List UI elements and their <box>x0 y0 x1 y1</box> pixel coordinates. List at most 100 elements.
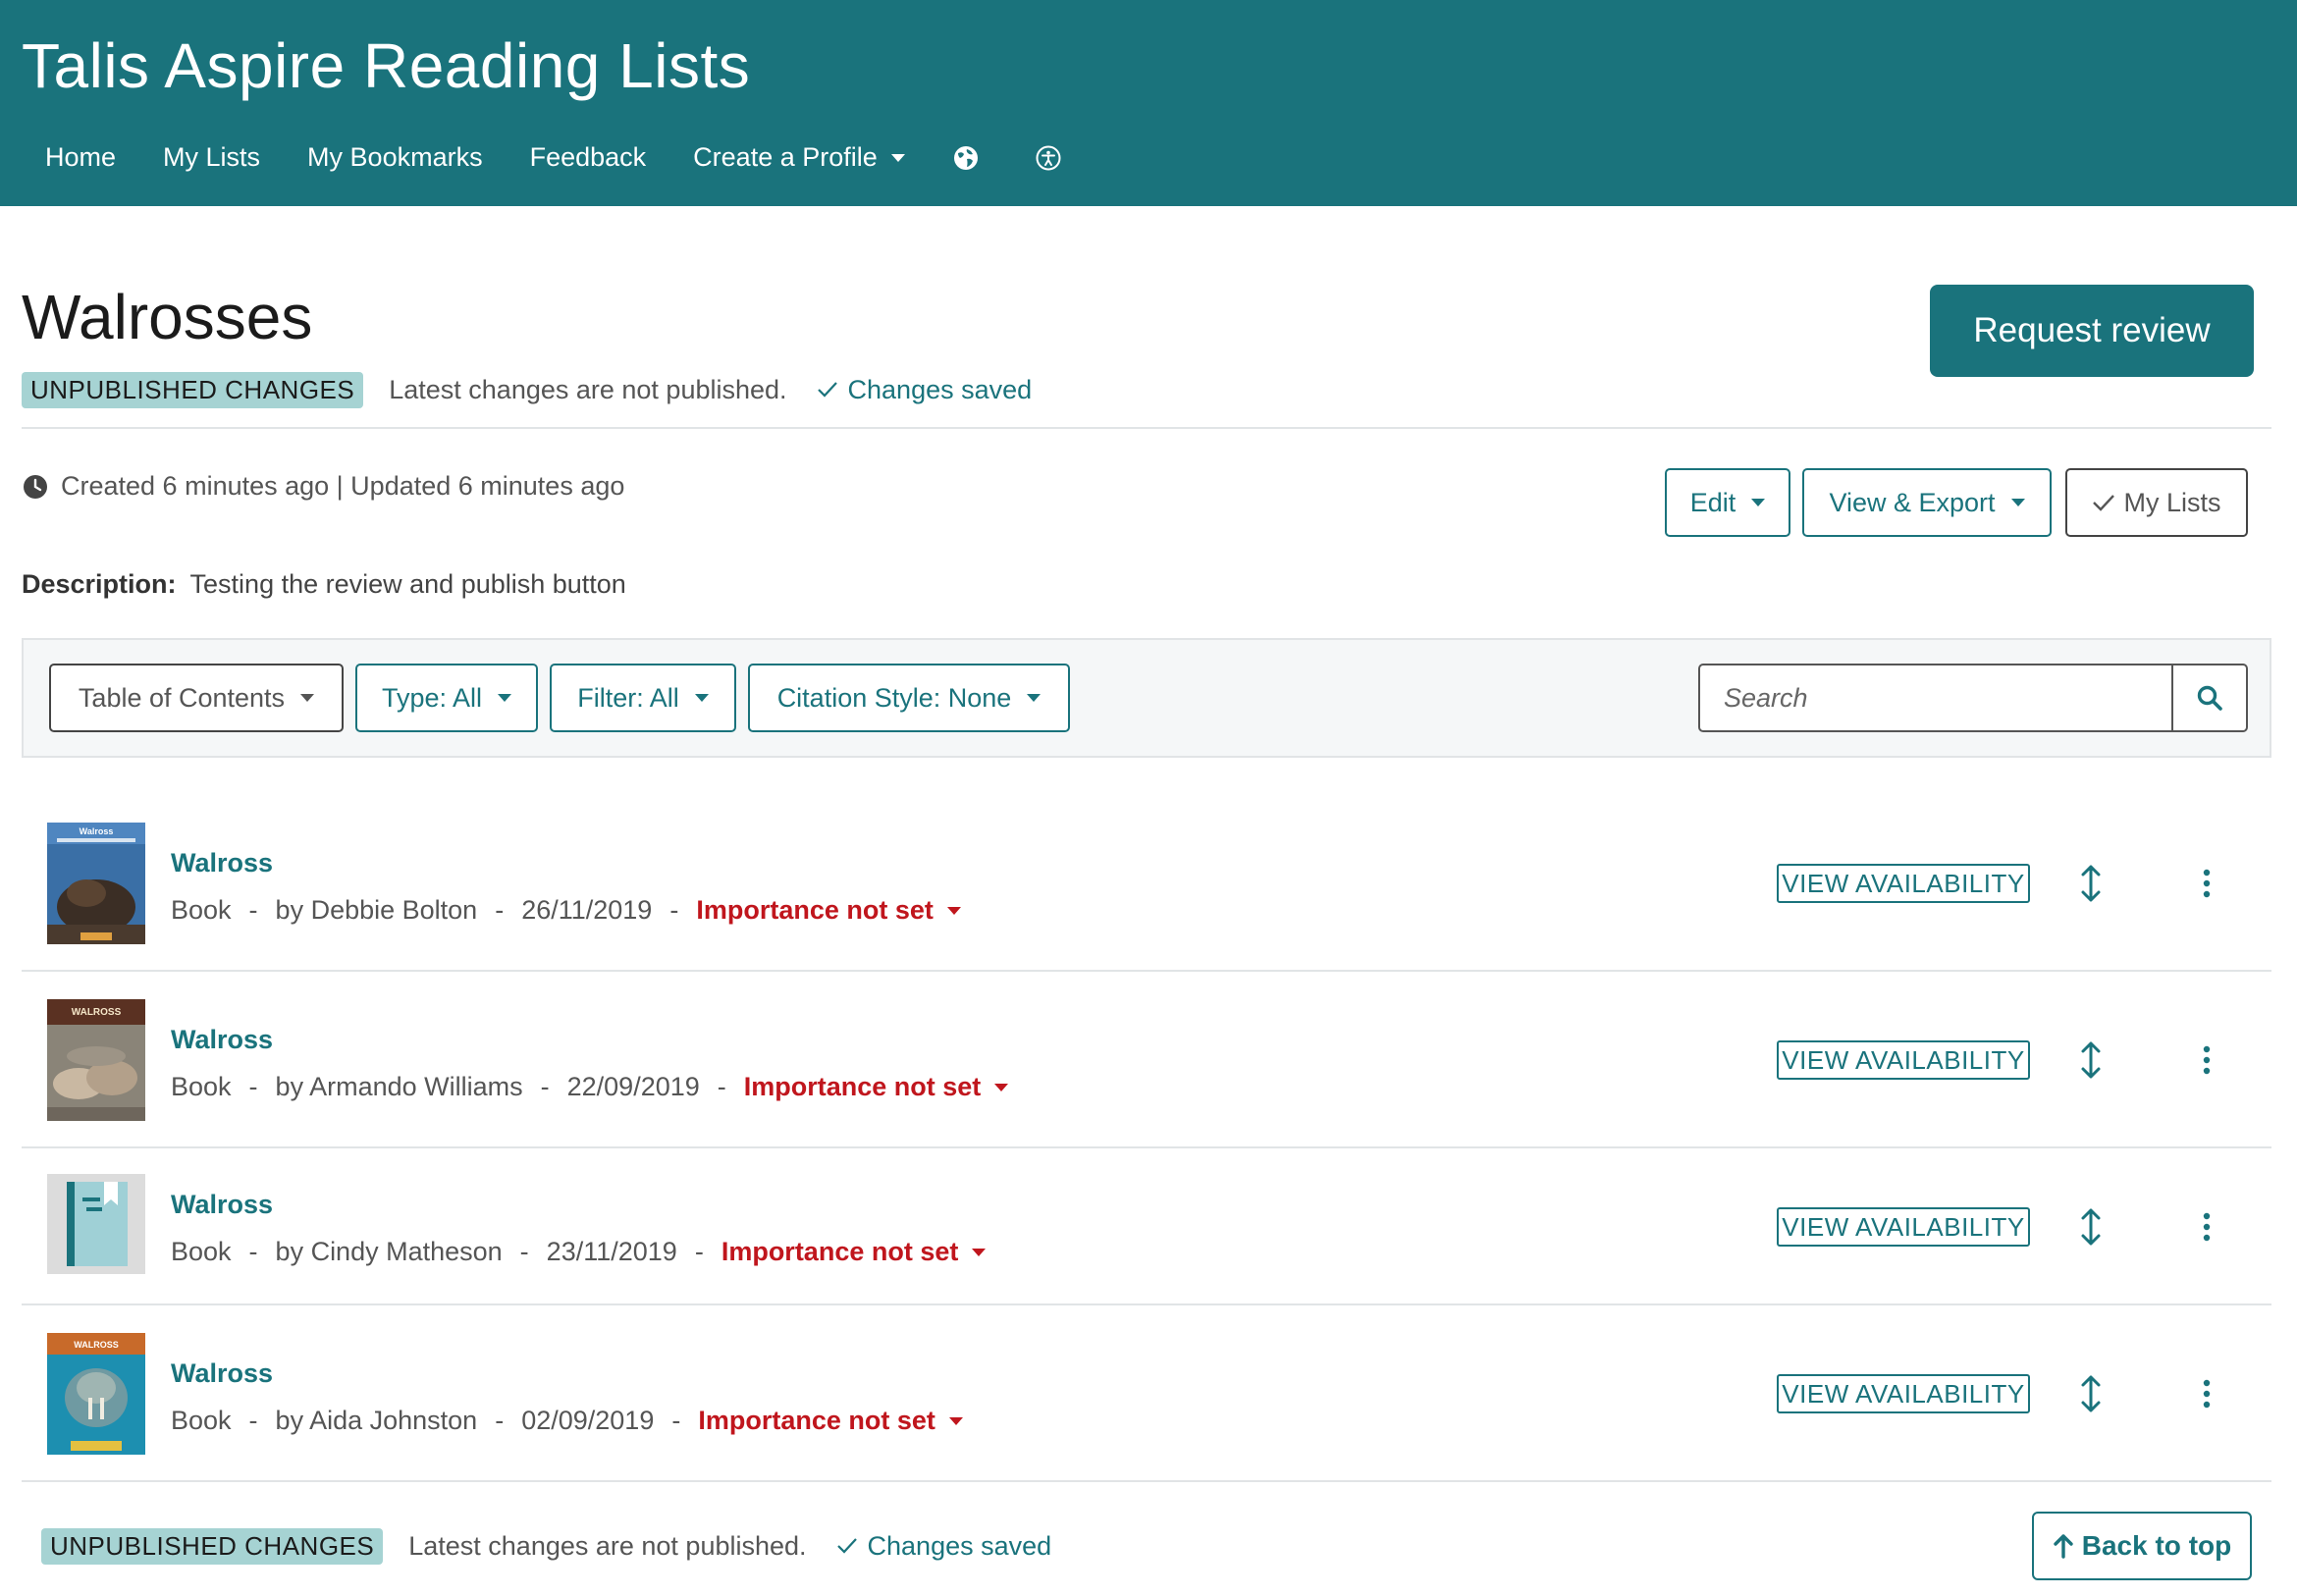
item-meta: Book - by Debbie Bolton - 26/11/2019- Impo… <box>171 895 961 926</box>
view-availability-button[interactable]: VIEW AVAILABILITY <box>1777 1040 2030 1080</box>
importance-dropdown[interactable]: Importance not set <box>721 1237 987 1267</box>
arrow-up-icon <box>2054 1534 2073 1559</box>
nav-feedback[interactable]: Feedback <box>530 142 647 173</box>
app-title[interactable]: Talis Aspire Reading Lists <box>22 29 750 102</box>
chevron-down-icon <box>1751 499 1766 506</box>
importance-label: Importance not set <box>743 1072 982 1101</box>
edit-button[interactable]: Edit <box>1665 468 1790 537</box>
view-availability-button[interactable]: VIEW AVAILABILITY <box>1777 864 2030 903</box>
table-of-contents-dropdown[interactable]: Table of Contents <box>49 664 344 732</box>
move-item-handle[interactable] <box>2073 1372 2109 1415</box>
back-to-top-button[interactable]: Back to top <box>2032 1512 2252 1580</box>
item-type: Book <box>171 895 232 925</box>
footer-publish-status: UNPUBLISHED CHANGES Latest changes are n… <box>41 1527 1051 1565</box>
search-icon <box>2197 685 2222 711</box>
chevron-down-icon <box>972 1248 987 1256</box>
cover-title: WALROSS <box>72 1007 122 1018</box>
check-icon <box>2093 495 2115 511</box>
back-to-top-label: Back to top <box>2081 1530 2232 1561</box>
nav-my-lists-label: My Lists <box>163 142 261 172</box>
status-text: Latest changes are not published. <box>408 1530 807 1561</box>
item-title-link[interactable]: Walross <box>171 1025 273 1055</box>
item-author: by Cindy Matheson <box>275 1237 503 1266</box>
search-input[interactable] <box>1700 665 2171 730</box>
more-options-button[interactable] <box>2195 1372 2218 1415</box>
status-badge: UNPUBLISHED CHANGES <box>22 371 364 408</box>
type-filter-dropdown[interactable]: Type: All <box>355 664 538 732</box>
divider <box>22 1146 2271 1148</box>
changes-saved-label: Changes saved <box>867 1530 1052 1561</box>
timestamps-text: Created 6 minutes ago | Updated 6 minute… <box>61 471 625 501</box>
page-title: Walrosses <box>22 282 313 352</box>
publish-status: UNPUBLISHED CHANGES Latest changes are n… <box>22 371 1032 408</box>
check-icon <box>836 1538 857 1554</box>
request-review-button[interactable]: Request review <box>1930 285 2254 377</box>
list-item: Walross Walross Book - by Debbie Bolton - … <box>22 819 2271 972</box>
chevron-down-icon <box>890 153 905 162</box>
view-availability-button[interactable]: VIEW AVAILABILITY <box>1777 1207 2030 1247</box>
item-author: by Aida Johnston <box>275 1406 478 1435</box>
list-item: WALROSS Walross Book - by Armando William… <box>22 995 2271 1148</box>
view-availability-button[interactable]: VIEW AVAILABILITY <box>1777 1374 2030 1413</box>
more-vertical-icon <box>2203 1212 2211 1242</box>
site-header: Talis Aspire Reading Lists Home My Lists… <box>0 0 2297 206</box>
cover-title: WALROSS <box>74 1340 119 1350</box>
clock-icon <box>24 474 47 499</box>
divider <box>22 970 2271 972</box>
filter-dropdown[interactable]: Filter: All <box>550 664 736 732</box>
reorder-arrows-icon <box>2081 865 2101 902</box>
item-author: by Debbie Bolton <box>275 895 478 925</box>
changes-saved: Changes saved <box>836 1530 1052 1562</box>
status-text: Latest changes are not published. <box>389 374 787 404</box>
chevron-down-icon <box>498 694 512 702</box>
divider <box>22 1303 2271 1305</box>
nav-my-lists[interactable]: My Lists <box>163 142 260 173</box>
item-meta: Book - by Armando Williams - 22/09/2019- I… <box>171 1072 1009 1102</box>
accessibility-icon[interactable] <box>1035 144 1062 172</box>
book-cover-image: Walross <box>47 823 145 944</box>
nav-create-profile-label: Create a Profile <box>693 142 878 172</box>
item-type: Book <box>171 1072 232 1101</box>
item-title-link[interactable]: Walross <box>171 1358 273 1389</box>
nav-create-profile[interactable]: Create a Profile <box>693 142 905 173</box>
list-timestamps: Created 6 minutes ago | Updated 6 minute… <box>22 471 624 502</box>
main-nav: Home My Lists My Bookmarks Feedback Crea… <box>45 142 1117 173</box>
cover-title: Walross <box>80 826 114 836</box>
more-options-button[interactable] <box>2195 1205 2218 1249</box>
item-date: 26/11/2019 <box>521 895 653 925</box>
importance-dropdown[interactable]: Importance not set <box>698 1406 963 1436</box>
list-toolbar: Table of Contents Type: All Filter: All … <box>22 638 2271 758</box>
move-item-handle[interactable] <box>2073 862 2109 905</box>
description-text: Testing the review and publish button <box>189 569 626 599</box>
nav-home[interactable]: Home <box>45 142 116 173</box>
globe-icon[interactable] <box>952 144 980 172</box>
my-lists-button-label: My Lists <box>2123 487 2221 517</box>
chevron-down-icon <box>2010 499 2025 506</box>
item-author: by Armando Williams <box>275 1072 523 1101</box>
item-title-link[interactable]: Walross <box>171 848 273 878</box>
item-date: 22/09/2019 <box>566 1072 700 1101</box>
importance-label: Importance not set <box>698 1406 935 1435</box>
reorder-arrows-icon <box>2081 1208 2101 1246</box>
importance-label: Importance not set <box>721 1237 959 1266</box>
citation-style-dropdown[interactable]: Citation Style: None <box>748 664 1070 732</box>
changes-saved-label: Changes saved <box>847 374 1033 404</box>
toc-label: Table of Contents <box>78 682 286 713</box>
move-item-handle[interactable] <box>2073 1205 2109 1249</box>
search-button[interactable] <box>2171 665 2246 730</box>
nav-feedback-label: Feedback <box>529 142 647 172</box>
item-meta: Book - by Cindy Matheson - 23/11/2019- Imp… <box>171 1237 987 1267</box>
book-cover-image: WALROSS <box>47 999 145 1121</box>
importance-label: Importance not set <box>696 895 934 925</box>
move-item-handle[interactable] <box>2073 1038 2109 1082</box>
nav-my-bookmarks[interactable]: My Bookmarks <box>307 142 483 173</box>
divider <box>22 427 2271 429</box>
my-lists-button[interactable]: My Lists <box>2065 468 2248 537</box>
importance-dropdown[interactable]: Importance not set <box>744 1072 1009 1102</box>
description-label: Description: <box>22 569 177 599</box>
importance-dropdown[interactable]: Importance not set <box>696 895 961 926</box>
more-options-button[interactable] <box>2195 1038 2218 1082</box>
more-options-button[interactable] <box>2195 862 2218 905</box>
view-export-button[interactable]: View & Export <box>1802 468 2052 537</box>
item-title-link[interactable]: Walross <box>171 1190 273 1220</box>
